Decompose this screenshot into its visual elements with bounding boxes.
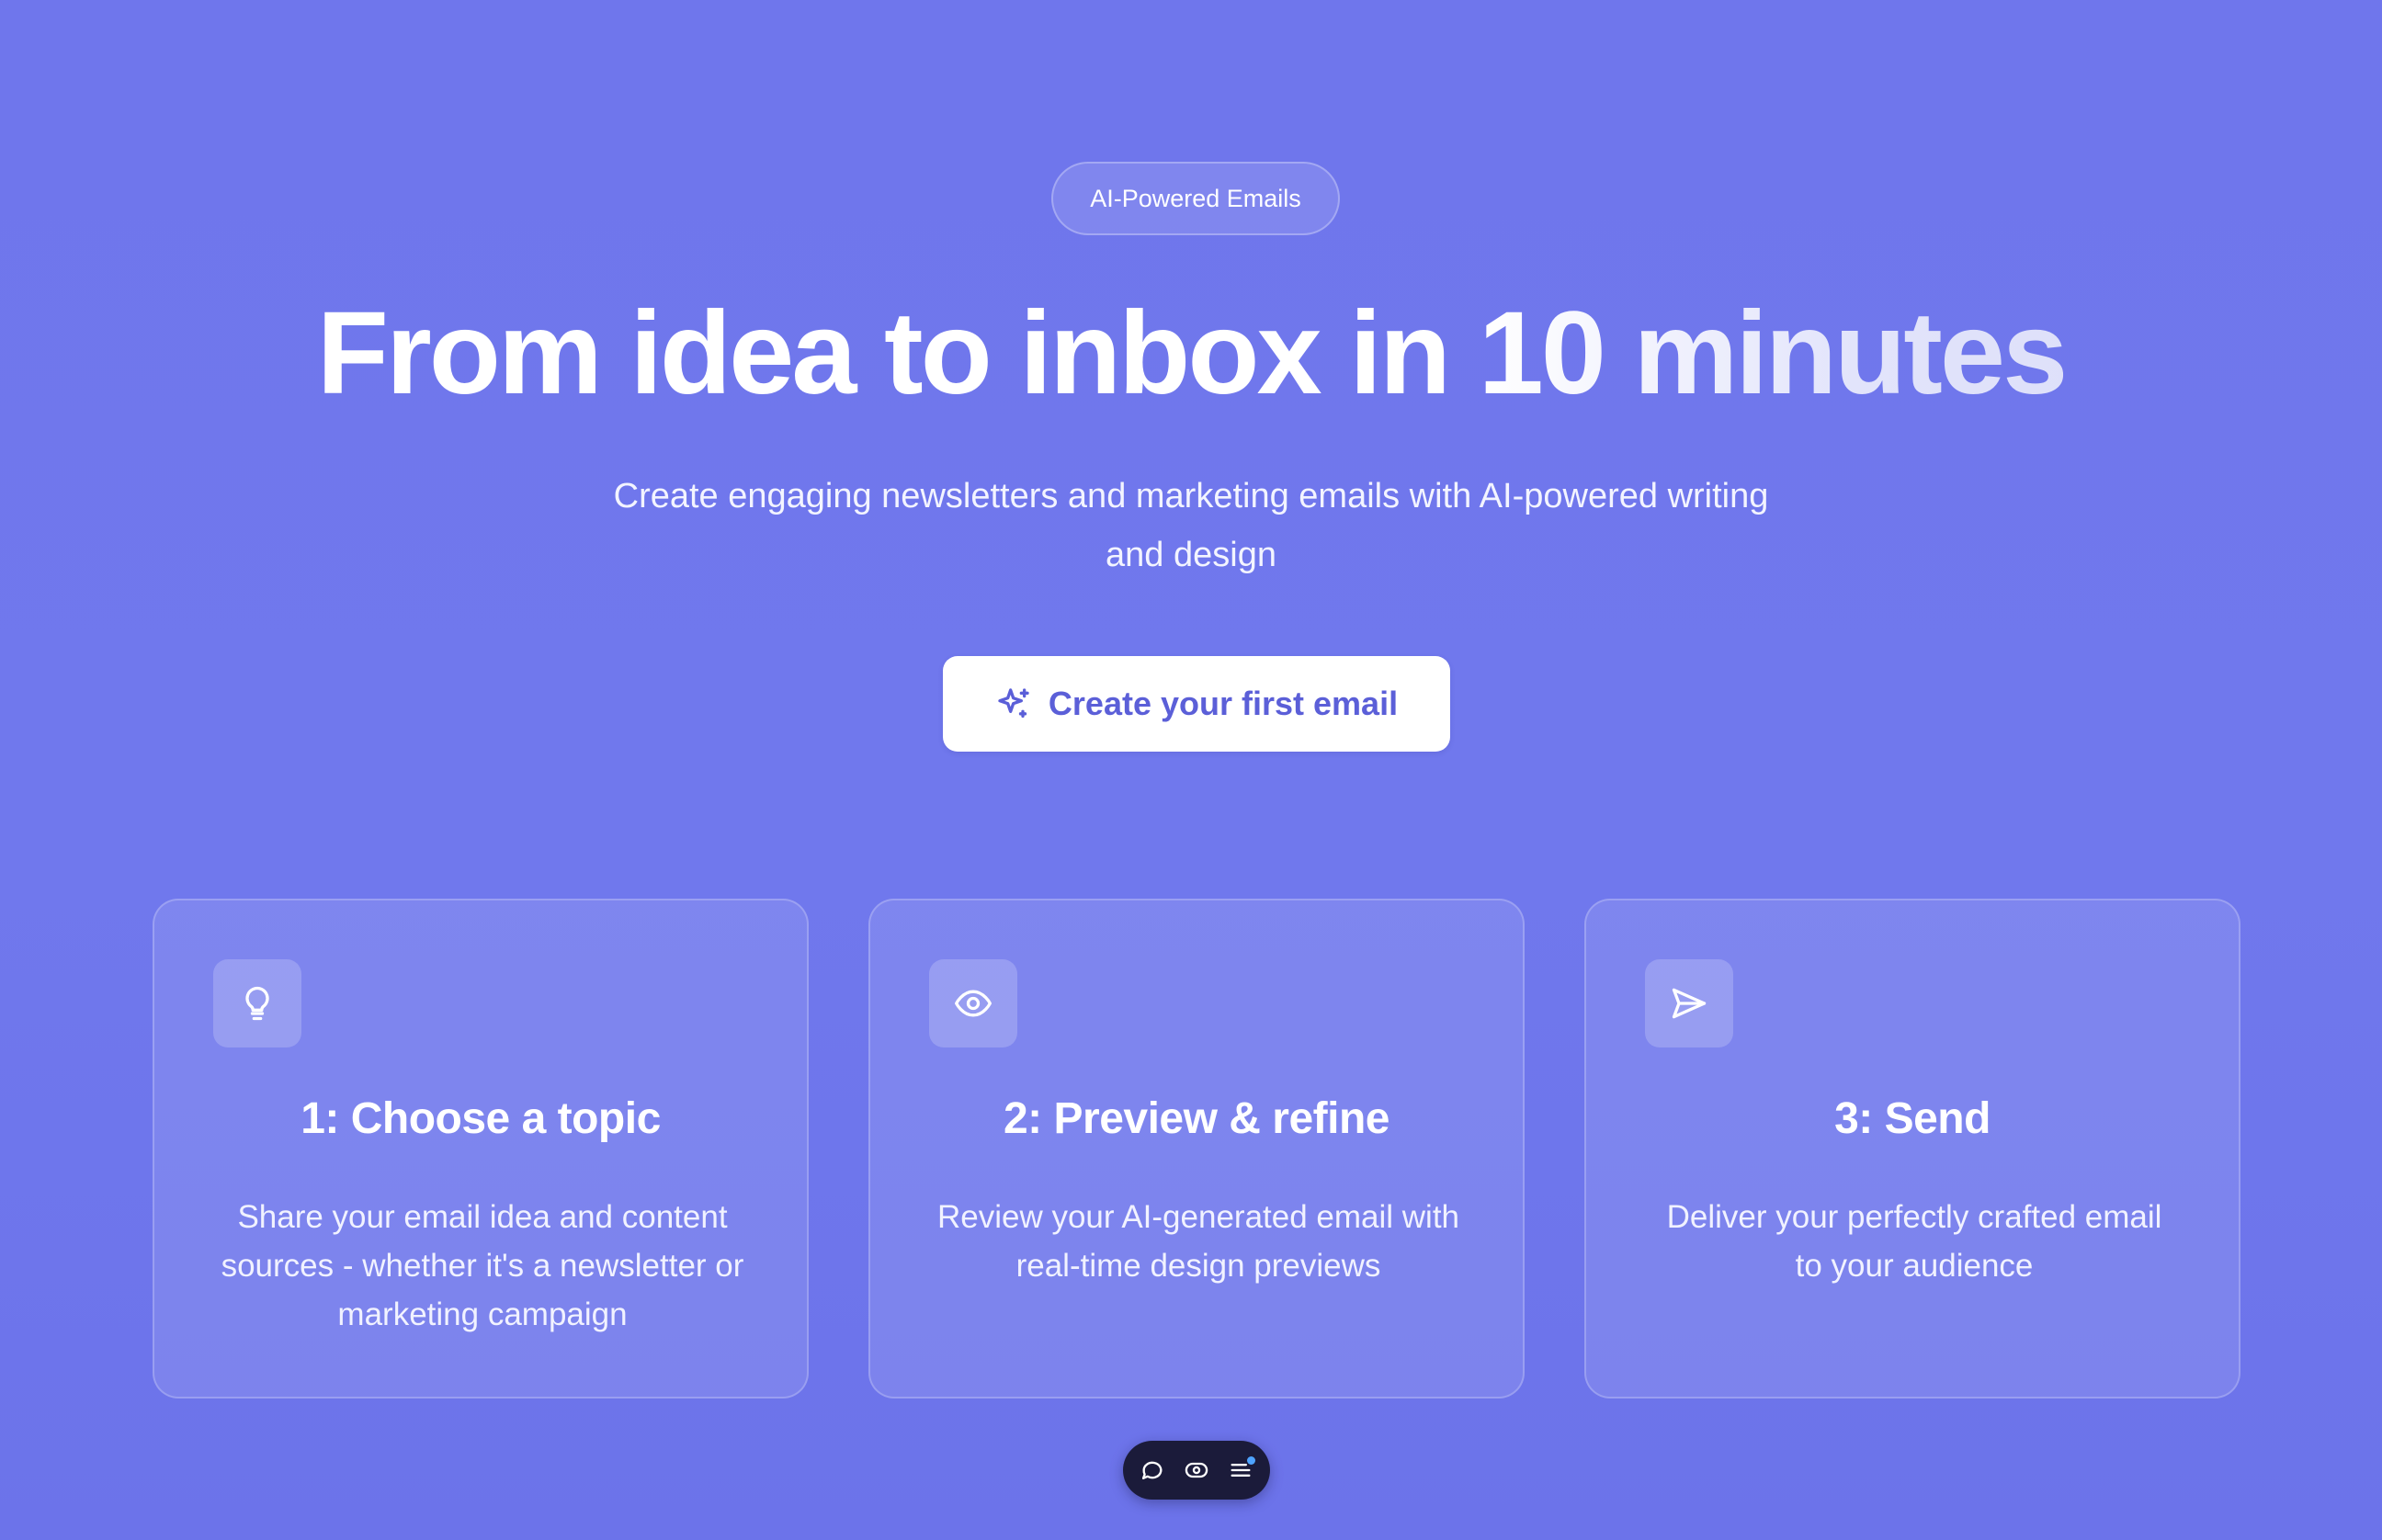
create-first-email-label: Create your first email — [1048, 685, 1399, 722]
step-description: Deliver your perfectly crafted email to … — [1666, 1199, 2162, 1284]
create-first-email-button[interactable]: Create your first email — [943, 656, 1450, 752]
step-title: 1: Choose a topic — [301, 1094, 661, 1143]
step-description: Share your email idea and content source… — [221, 1199, 744, 1332]
eye-toggle-icon[interactable] — [1181, 1455, 1212, 1486]
hero-headline: From idea to inbox in 10 minutes — [0, 276, 2382, 432]
notification-dot — [1247, 1456, 1255, 1465]
sparkles-icon — [995, 685, 1032, 722]
ai-powered-badge: AI-Powered Emails — [1051, 162, 1340, 235]
hero-subheadline: Create engaging newsletters and marketin… — [613, 477, 1769, 574]
send-icon — [1645, 959, 1733, 1047]
chat-bubble-icon[interactable] — [1137, 1455, 1168, 1486]
landing-page: AI-Powered Emails From idea to inbox in … — [0, 0, 2382, 1540]
step-card-choose-topic: 1: Choose a topic Share your email idea … — [153, 899, 809, 1398]
eye-icon — [929, 959, 1017, 1047]
step-card-preview-refine: 2: Preview & refine Review your AI-gener… — [868, 899, 1525, 1398]
floating-toolbar — [1123, 1441, 1270, 1500]
step-title: 2: Preview & refine — [1003, 1094, 1390, 1143]
step-card-send: 3: Send Deliver your perfectly crafted e… — [1584, 899, 2240, 1398]
step-title: 3: Send — [1834, 1094, 1991, 1143]
step-description: Review your AI-generated email with real… — [936, 1199, 1460, 1284]
lightbulb-icon — [213, 959, 301, 1047]
menu-lines-icon[interactable] — [1225, 1455, 1256, 1486]
